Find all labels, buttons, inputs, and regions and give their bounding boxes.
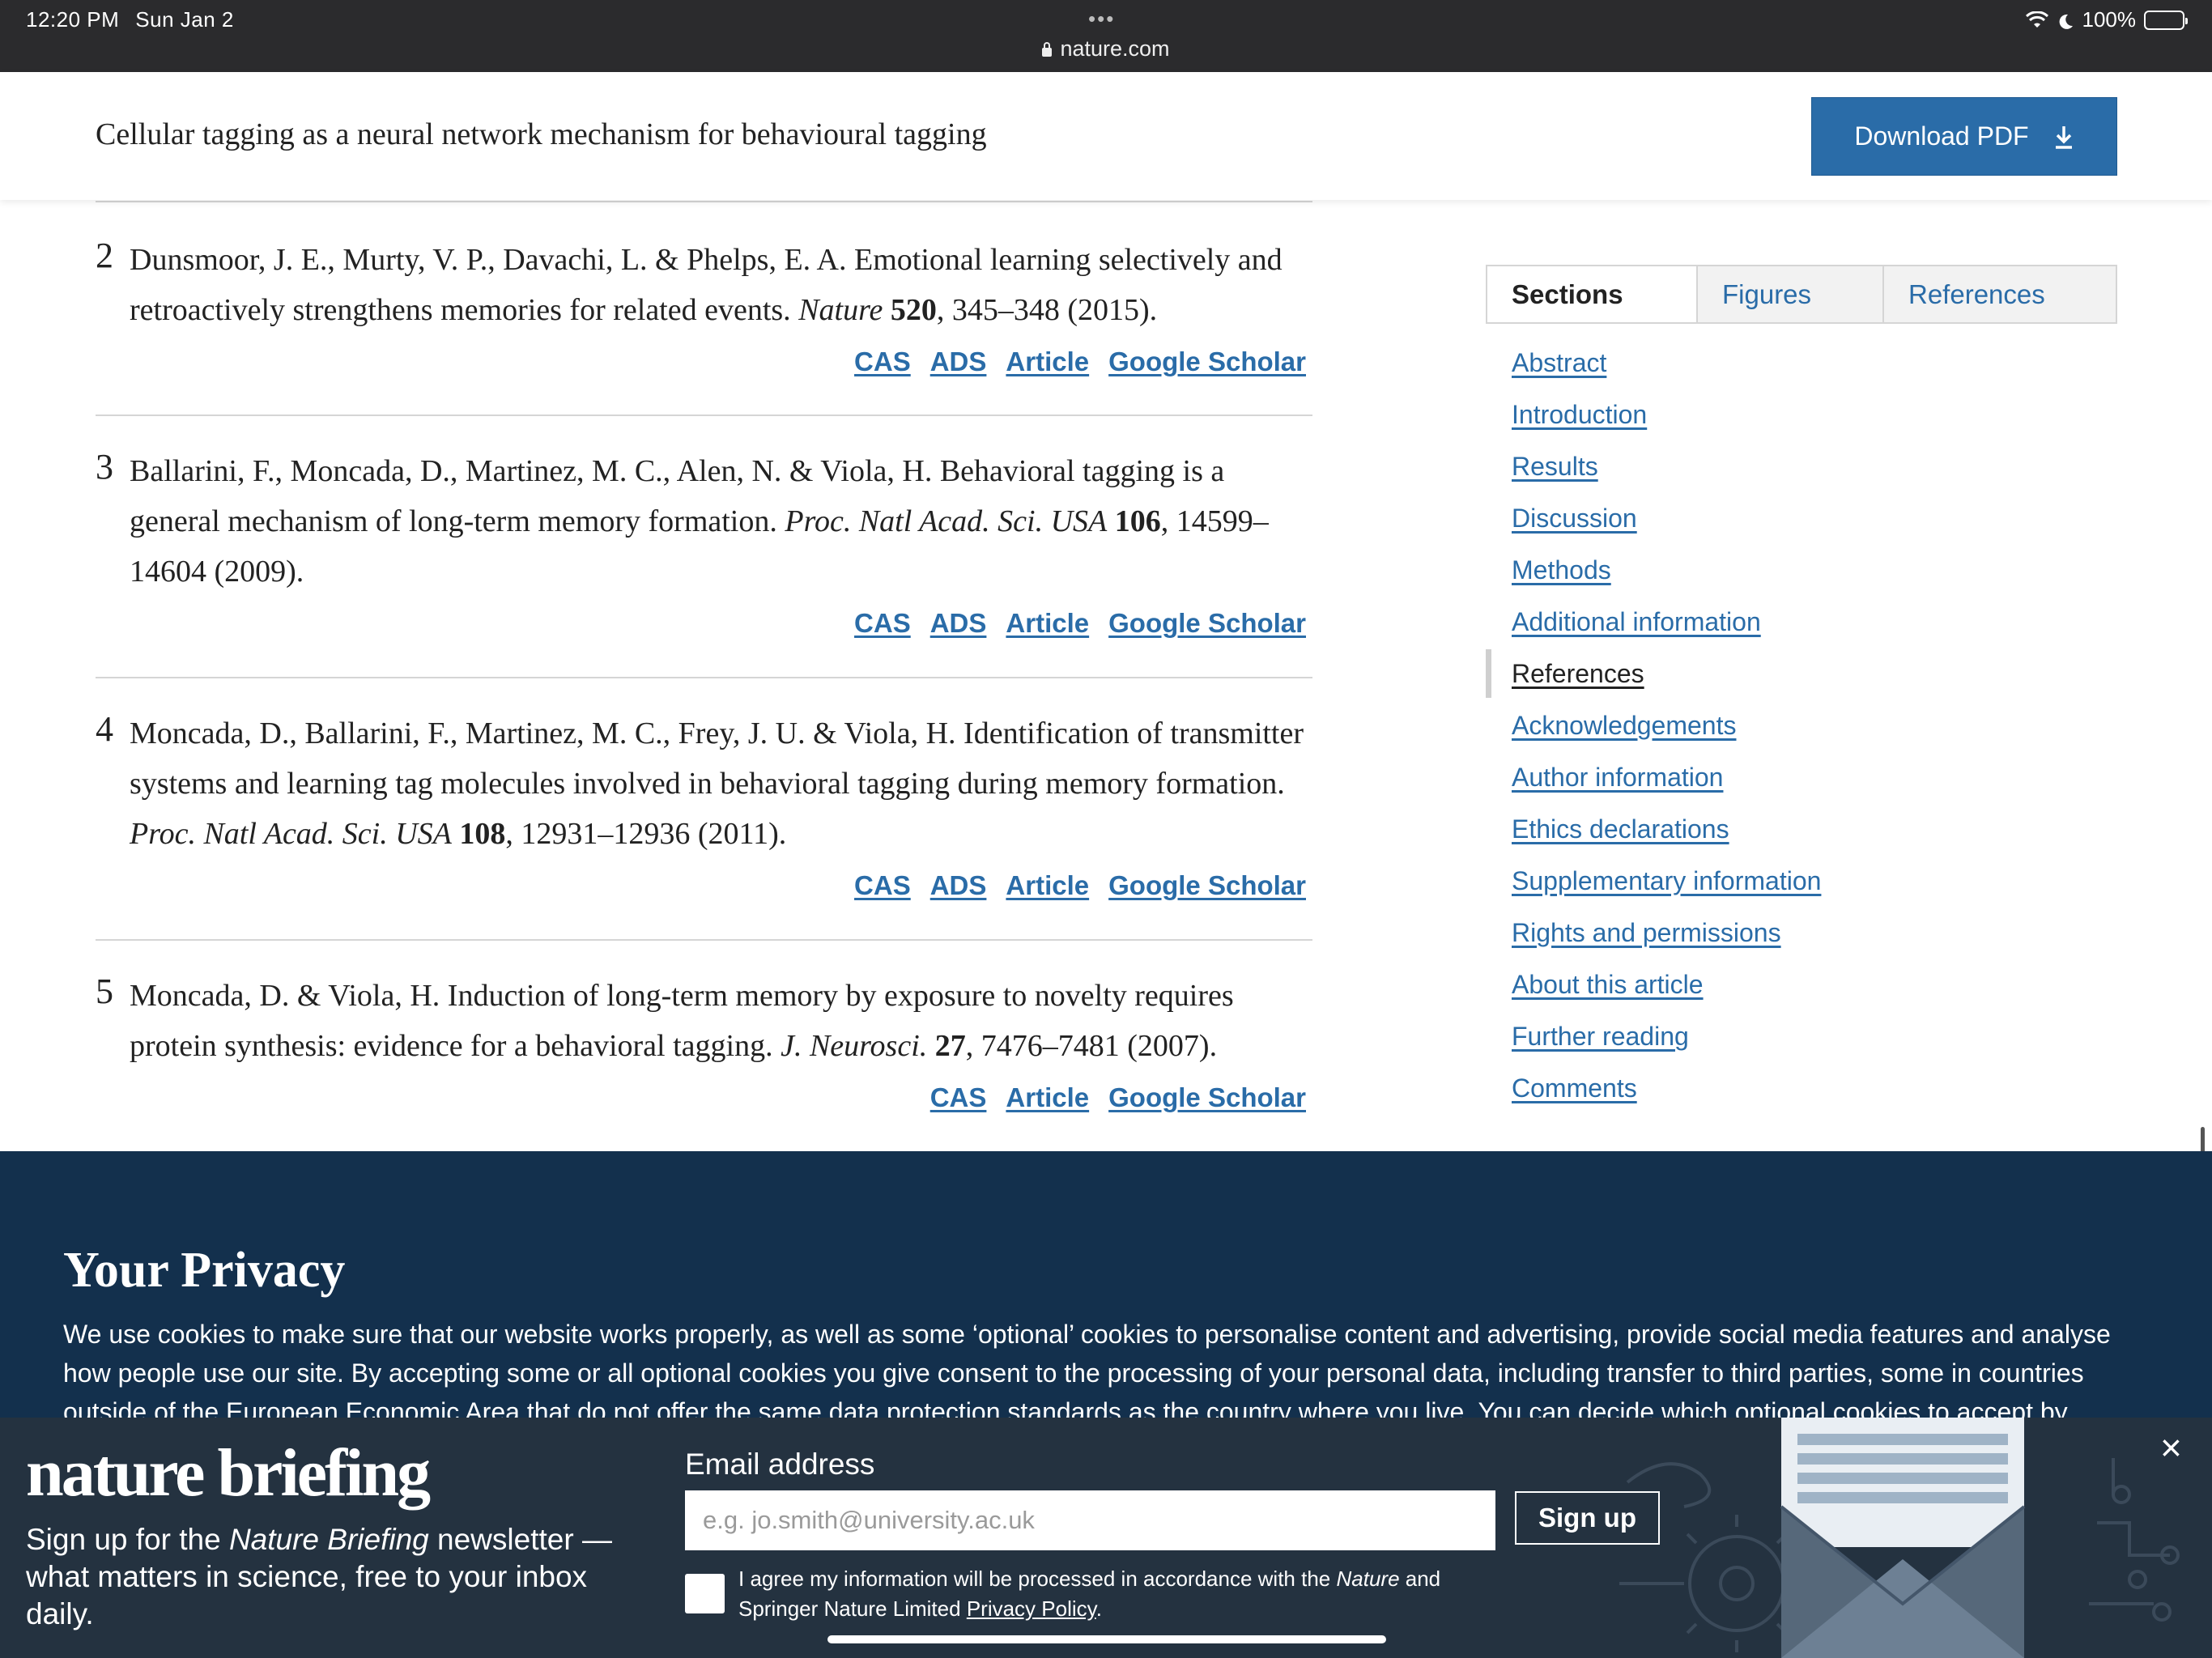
reference-links: CAS ADS Article Google Scholar [96, 870, 1312, 901]
email-input[interactable] [685, 1490, 1495, 1550]
current-section-marker [1486, 649, 1491, 698]
cas-link[interactable]: CAS [854, 870, 911, 901]
status-right: 100% [2025, 7, 2188, 32]
privacy-title: Your Privacy [63, 1243, 346, 1298]
section-link-discussion[interactable]: Discussion [1512, 495, 1821, 547]
agree-text: I agree my information will be processed… [738, 1567, 1441, 1621]
reference-links: CAS ADS Article Google Scholar [96, 346, 1312, 377]
section-link-rights-and-permissions[interactable]: Rights and permissions [1512, 910, 1821, 962]
nature-briefing-banner: nature briefing Sign up for the Nature B… [0, 1418, 2212, 1658]
section-link-supplementary-information[interactable]: Supplementary information [1512, 858, 1821, 910]
reference-number: 2 [96, 236, 113, 275]
reference-item: 2 Dunsmoor, J. E., Murty, V. P., Davachi… [96, 235, 1312, 416]
sign-up-button[interactable]: Sign up [1515, 1491, 1660, 1545]
section-link-further-reading[interactable]: Further reading [1512, 1014, 1821, 1065]
section-link-references[interactable]: References [1512, 651, 1821, 703]
envelope-illustration [1619, 1418, 2180, 1658]
reference-number: 5 [96, 971, 113, 1011]
status-time-date: 12:20 PM Sun Jan 2 [26, 7, 234, 32]
google-scholar-link[interactable]: Google Scholar [1108, 346, 1306, 377]
reference-links: CAS ADS Article Google Scholar [96, 608, 1312, 639]
sidebar-tabs: Sections Figures References [1486, 265, 2117, 324]
wifi-icon [2025, 11, 2048, 29]
reference-number: 3 [96, 447, 113, 487]
home-indicator [827, 1635, 1386, 1643]
cas-link[interactable]: CAS [930, 1082, 987, 1113]
google-scholar-link[interactable]: Google Scholar [1108, 870, 1306, 901]
reference-citation: Ballarini, F., Moncada, D., Martinez, M.… [130, 454, 1269, 589]
cas-link[interactable]: CAS [854, 346, 911, 377]
tab-references[interactable]: References [1882, 266, 2116, 322]
ads-link[interactable]: ADS [930, 346, 987, 377]
reference-divider [96, 201, 1312, 202]
section-link-about-this-article[interactable]: About this article [1512, 962, 1821, 1014]
tab-figures[interactable]: Figures [1696, 266, 1882, 322]
privacy-text: We use cookies to make sure that our web… [63, 1320, 2111, 1422]
article-link[interactable]: Article [1006, 608, 1089, 639]
download-icon [2055, 125, 2072, 149]
nature-briefing-logo: nature briefing [26, 1435, 431, 1511]
article-link[interactable]: Article [1006, 1082, 1089, 1113]
section-link-results[interactable]: Results [1512, 444, 1821, 495]
email-label: Email address [685, 1448, 875, 1481]
agree-checkbox[interactable] [685, 1574, 725, 1613]
reference-citation: Dunsmoor, J. E., Murty, V. P., Davachi, … [130, 243, 1283, 327]
section-link-ethics-declarations[interactable]: Ethics declarations [1512, 806, 1821, 858]
google-scholar-link[interactable]: Google Scholar [1108, 608, 1306, 639]
article-header: Cellular tagging as a neural network mec… [0, 72, 2212, 200]
status-date: Sun Jan 2 [135, 7, 234, 32]
ads-link[interactable]: ADS [930, 608, 987, 639]
close-icon[interactable]: × [2160, 1429, 2182, 1466]
reference-citation: Moncada, D., Ballarini, F., Martinez, M.… [130, 716, 1304, 851]
section-link-author-information[interactable]: Author information [1512, 755, 1821, 806]
section-link-introduction[interactable]: Introduction [1512, 392, 1821, 444]
section-link-methods[interactable]: Methods [1512, 547, 1821, 599]
google-scholar-link[interactable]: Google Scholar [1108, 1082, 1306, 1113]
briefing-description: Sign up for the Nature Briefing newslett… [26, 1523, 612, 1630]
article-title: Cellular tagging as a neural network mec… [96, 117, 987, 151]
reference-item: 3 Ballarini, F., Moncada, D., Martinez, … [96, 446, 1312, 678]
status-bar: 12:20 PM Sun Jan 2 ••• nature.com 100% [0, 0, 2212, 72]
moon-icon [2057, 11, 2074, 29]
article-link[interactable]: Article [1006, 346, 1089, 377]
reference-divider [96, 414, 1312, 416]
article-link[interactable]: Article [1006, 870, 1089, 901]
reference-number: 4 [96, 709, 113, 749]
ads-link[interactable]: ADS [930, 870, 987, 901]
battery-icon [2144, 10, 2188, 30]
address-bar[interactable]: nature.com [0, 36, 2212, 62]
reference-divider [96, 677, 1312, 678]
download-pdf-label: Download PDF [1854, 121, 2029, 151]
section-link-comments[interactable]: Comments [1512, 1065, 1821, 1117]
more-dots-icon[interactable]: ••• [1088, 6, 1115, 32]
reference-item: 5 Moncada, D. & Viola, H. Induction of l… [96, 971, 1312, 1113]
reference-links: CAS Article Google Scholar [96, 1082, 1312, 1113]
privacy-policy-link[interactable]: Privacy Policy [967, 1596, 1096, 1621]
cas-link[interactable]: CAS [854, 608, 911, 639]
section-nav: Abstract Introduction Results Discussion… [1512, 340, 1821, 1117]
reference-citation: Moncada, D. & Viola, H. Induction of lon… [130, 979, 1234, 1063]
download-pdf-button[interactable]: Download PDF [1811, 97, 2117, 176]
url-text: nature.com [1060, 36, 1170, 61]
section-link-abstract[interactable]: Abstract [1512, 340, 1821, 392]
lock-icon [1042, 42, 1053, 57]
tab-sections[interactable]: Sections [1487, 266, 1696, 322]
reference-divider [96, 939, 1312, 941]
section-link-acknowledgements[interactable]: Acknowledgements [1512, 703, 1821, 755]
section-link-additional-information[interactable]: Additional information [1512, 599, 1821, 651]
status-time: 12:20 PM [26, 7, 120, 32]
battery-percent: 100% [2082, 7, 2137, 32]
reference-item: 4 Moncada, D., Ballarini, F., Martinez, … [96, 708, 1312, 941]
